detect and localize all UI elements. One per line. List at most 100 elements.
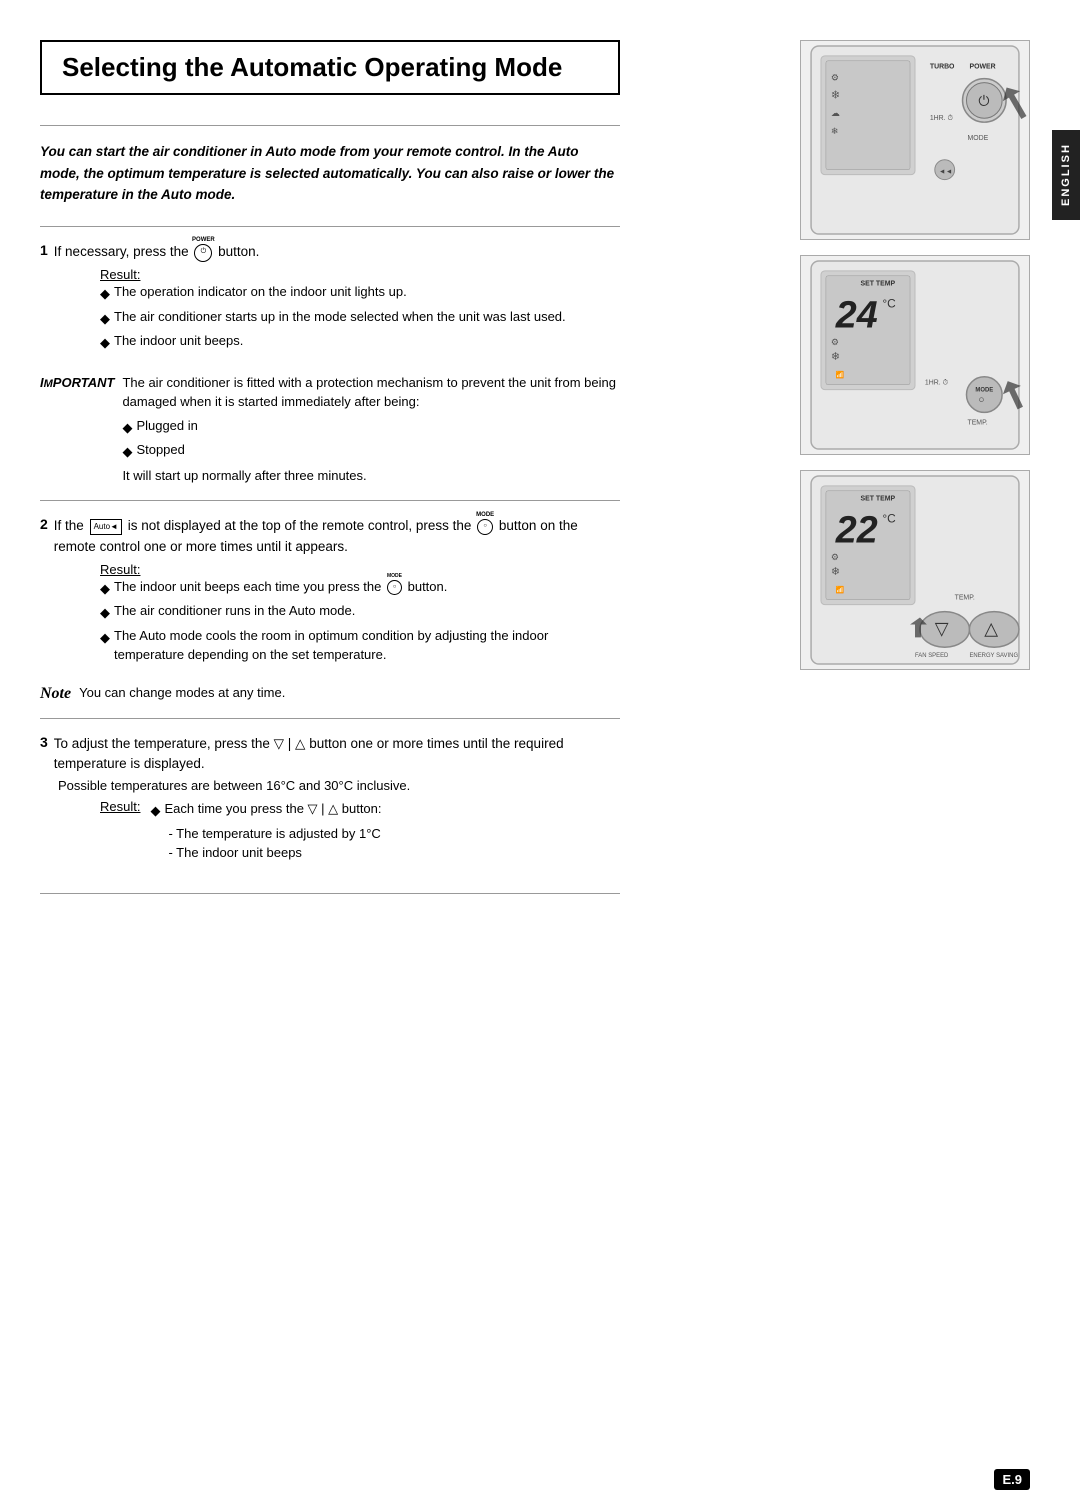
step3-rule <box>40 718 620 719</box>
diamond-icon: ◆ <box>122 418 132 438</box>
step-2: 2 If the Auto◄ is not displayed at the t… <box>40 516 620 665</box>
step-3: 3 To adjust the temperature, press the ▽… <box>40 734 620 863</box>
remote-image-1: ⚙ ❄ ☁ ❄ TURBO POWER ⏻ 1HR. ⏱ MODE ◄◄ <box>800 40 1030 240</box>
svg-text:☁: ☁ <box>831 108 840 118</box>
step-3-sub-1: - The temperature is adjusted by 1°C <box>168 824 381 844</box>
step-3-result: Result: ◆ Each time you press the ▽ | △ … <box>100 799 620 863</box>
diamond-icon: ◆ <box>100 628 110 648</box>
diamond-icon: ◆ <box>100 284 110 304</box>
svg-text:⏻: ⏻ <box>978 92 989 108</box>
svg-text:⚙: ⚙ <box>831 73 839 83</box>
svg-text:1HR. ⏱: 1HR. ⏱ <box>925 379 948 387</box>
bottom-rule <box>40 893 620 894</box>
note-text: You can change modes at any time. <box>79 685 285 700</box>
diamond-icon: ◆ <box>122 442 132 462</box>
step-1-bullet-1: ◆ The operation indicator on the indoor … <box>100 282 620 304</box>
step-2-bullet-1: ◆ The indoor unit beeps each time you pr… <box>100 577 620 599</box>
important-label: IMPORTANT <box>40 373 114 486</box>
diamond-icon: ◆ <box>150 801 160 821</box>
svg-text:TEMP.: TEMP. <box>967 419 987 426</box>
step-2-result: Result: ◆ The indoor unit beeps each tim… <box>100 561 620 665</box>
step-2-line: 2 If the Auto◄ is not displayed at the t… <box>40 516 620 557</box>
page-number: E.9 <box>994 1469 1030 1490</box>
svg-text:❄: ❄ <box>831 566 840 578</box>
step-1-result: Result: ◆ The operation indicator on the… <box>100 266 620 353</box>
mode-icon-small: MODE ○ <box>477 519 493 535</box>
step-1-bullet-3: ◆ The indoor unit beeps. <box>100 331 620 353</box>
important-text: The air conditioner is fitted with a pro… <box>122 375 616 410</box>
svg-text:24: 24 <box>835 293 878 335</box>
step-3-result-content: ◆ Each time you press the ▽ | △ button: … <box>150 799 381 863</box>
svg-text:TEMP.: TEMP. <box>955 595 975 602</box>
page-number-text: E.9 <box>1002 1472 1022 1487</box>
result-label-3: Result: <box>100 799 140 814</box>
power-icon-wrap: POWER ⏻ <box>192 242 214 262</box>
step-1-bullet-2: ◆ The air conditioner starts up in the m… <box>100 307 620 329</box>
svg-text:SET TEMP: SET TEMP <box>861 281 896 288</box>
step-3-bullet-intro: ◆ Each time you press the ▽ | △ button: <box>150 799 381 821</box>
important-bullet-1: ◆ Plugged in <box>122 416 620 438</box>
step-3-result-line: Result: ◆ Each time you press the ▽ | △ … <box>100 799 620 863</box>
top-rule <box>40 125 620 126</box>
title-box: Selecting the Automatic Operating Mode <box>40 40 620 95</box>
svg-text:📶: 📶 <box>836 370 845 379</box>
intro-rule <box>40 226 620 227</box>
svg-text:⚙: ⚙ <box>831 337 839 347</box>
step-1-line: 1 If necessary, press the POWER ⏻ button… <box>40 242 620 263</box>
auto-icon: Auto◄ <box>90 519 122 535</box>
svg-text:◄◄: ◄◄ <box>939 169 953 176</box>
important-bullet-2: ◆ Stopped <box>122 440 620 462</box>
result-label-2: Result: <box>100 562 140 577</box>
svg-text:📶: 📶 <box>836 585 845 594</box>
svg-text:❄: ❄ <box>831 351 840 363</box>
power-icon: POWER ⏻ <box>194 244 212 262</box>
intro-paragraph: You can start the air conditioner in Aut… <box>40 141 620 206</box>
step-1-text: If necessary, press the POWER ⏻ button. <box>54 242 260 263</box>
svg-text:△: △ <box>984 618 998 638</box>
diamond-icon: ◆ <box>100 579 110 599</box>
svg-text:⚙: ⚙ <box>831 552 839 562</box>
result-label-1: Result: <box>100 267 140 282</box>
important-block: IMPORTANT The air conditioner is fitted … <box>40 373 620 486</box>
remote-svg-1: ⚙ ❄ ☁ ❄ TURBO POWER ⏻ 1HR. ⏱ MODE ◄◄ <box>801 41 1029 239</box>
step-2-number: 2 <box>40 516 48 532</box>
right-panel: ⚙ ❄ ☁ ❄ TURBO POWER ⏻ 1HR. ⏱ MODE ◄◄ <box>750 40 1030 670</box>
step-3-text: To adjust the temperature, press the ▽ |… <box>54 734 620 775</box>
diamond-icon: ◆ <box>100 333 110 353</box>
note-label: Note <box>40 685 71 703</box>
page-title: Selecting the Automatic Operating Mode <box>62 52 598 83</box>
diamond-icon: ◆ <box>100 603 110 623</box>
step-2-bullet-2: ◆ The air conditioner runs in the Auto m… <box>100 601 620 623</box>
note-block: Note You can change modes at any time. <box>40 685 620 703</box>
step-3-line: 3 To adjust the temperature, press the ▽… <box>40 734 620 775</box>
middle-rule <box>40 500 620 501</box>
svg-text:○: ○ <box>978 395 984 406</box>
step-2-bullet-3: ◆ The Auto mode cools the room in optimu… <box>100 626 620 665</box>
important-content: The air conditioner is fitted with a pro… <box>122 373 620 486</box>
svg-text:❄: ❄ <box>831 126 838 136</box>
diamond-icon: ◆ <box>100 309 110 329</box>
svg-text:MODE: MODE <box>975 388 993 394</box>
svg-text:22: 22 <box>835 508 878 550</box>
step-3-sub-2: - The indoor unit beeps <box>168 843 381 863</box>
svg-text:°C: °C <box>882 511 896 525</box>
svg-text:SET TEMP: SET TEMP <box>861 496 896 503</box>
mode-icon-inline: MODE○ <box>387 580 402 595</box>
svg-text:FAN SPEED: FAN SPEED <box>915 653 948 659</box>
svg-text:MODE: MODE <box>967 135 988 142</box>
step-2-text: If the Auto◄ is not displayed at the top… <box>54 516 620 557</box>
svg-text:POWER: POWER <box>969 64 995 71</box>
important-footer: It will start up normally after three mi… <box>122 466 620 486</box>
svg-text:▽: ▽ <box>935 618 949 638</box>
remote-image-3: SET TEMP 22 °C ⚙ ❄ 📶 TEMP. ▽ △ FAN SPEED… <box>800 470 1030 670</box>
remote-image-2: SET TEMP 24 °C ⚙ ❄ 📶 1HR. ⏱ MODE ○ TEMP. <box>800 255 1030 455</box>
remote-svg-2: SET TEMP 24 °C ⚙ ❄ 📶 1HR. ⏱ MODE ○ TEMP. <box>801 256 1029 454</box>
step-1-number: 1 <box>40 242 48 258</box>
svg-text:TURBO: TURBO <box>930 64 955 71</box>
svg-text:❄: ❄ <box>831 89 840 101</box>
step-3-subtext: Possible temperatures are between 16°C a… <box>58 778 620 793</box>
english-tab-label: ENGLISH <box>1060 144 1072 207</box>
main-content: Selecting the Automatic Operating Mode Y… <box>40 40 620 909</box>
svg-text:°C: °C <box>882 296 896 310</box>
svg-text:ENERGY SAVING: ENERGY SAVING <box>969 653 1018 659</box>
